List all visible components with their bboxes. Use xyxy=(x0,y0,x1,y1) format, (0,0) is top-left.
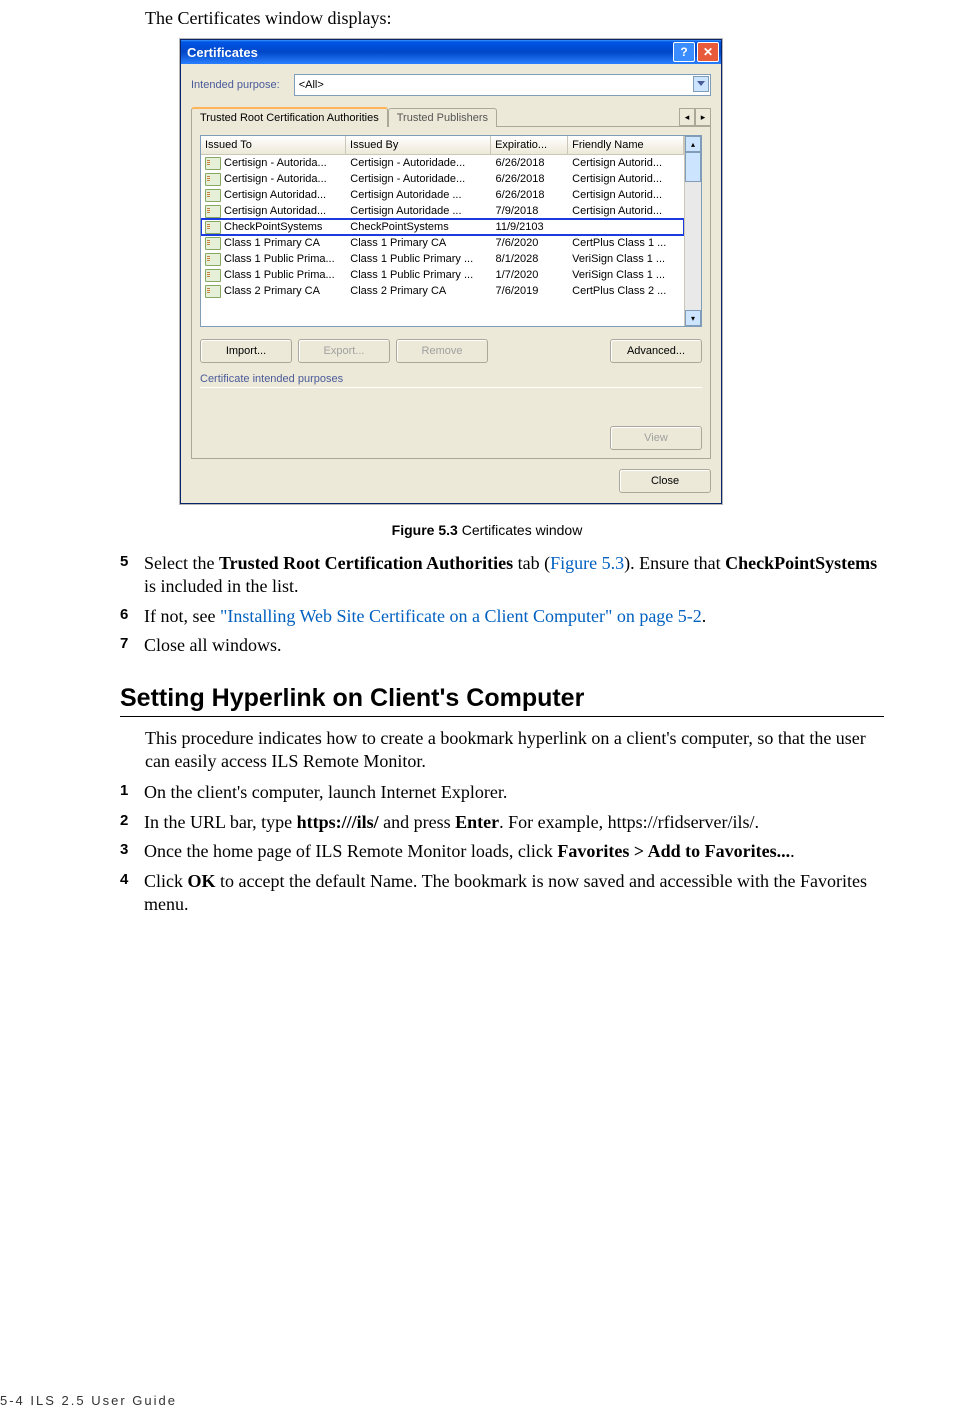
certificate-row[interactable]: Class 2 Primary CAClass 2 Primary CA7/6/… xyxy=(201,283,684,299)
intro-text: The Certificates window displays: xyxy=(145,8,884,29)
section-intro: This procedure indicates how to create a… xyxy=(145,727,884,774)
titlebar[interactable]: Certificates ? ✕ xyxy=(181,40,721,64)
cross-ref-link[interactable]: Figure 5.3 xyxy=(550,553,624,573)
certificate-icon xyxy=(205,189,221,202)
intended-purpose-dropdown[interactable]: <All> xyxy=(294,74,711,96)
page-footer: 5-4 ILS 2.5 User Guide xyxy=(0,1393,177,1408)
scroll-thumb[interactable] xyxy=(685,152,701,182)
certificate-icon xyxy=(205,285,221,298)
advanced-button[interactable]: Advanced... xyxy=(610,339,702,363)
scroll-up-button[interactable]: ▴ xyxy=(685,136,701,152)
certificate-icon xyxy=(205,157,221,170)
close-button[interactable]: Close xyxy=(619,469,711,493)
col-issued-by[interactable]: Issued By xyxy=(346,136,491,154)
intended-purpose-value: <All> xyxy=(299,79,324,91)
figure-title: Certificates window xyxy=(458,522,583,538)
step-6: 6If not, see "Installing Web Site Certif… xyxy=(120,605,884,628)
cross-ref-link[interactable]: "Installing Web Site Certificate on a Cl… xyxy=(220,606,702,626)
certificate-row[interactable]: Certisign - Autorida...Certisign - Autor… xyxy=(201,171,684,187)
step-1: 1On the client's computer, launch Intern… xyxy=(120,781,884,804)
tab-scroll-left-button[interactable]: ◂ xyxy=(679,108,695,126)
col-expiration[interactable]: Expiratio... xyxy=(491,136,568,154)
intended-purpose-label: Intended purpose: xyxy=(191,79,280,91)
certificate-row[interactable]: Class 1 Public Prima...Class 1 Public Pr… xyxy=(201,251,684,267)
certificate-icon xyxy=(205,173,221,186)
section-heading: Setting Hyperlink on Client's Computer xyxy=(120,684,884,717)
certificate-row[interactable]: CheckPointSystemsCheckPointSystems11/9/2… xyxy=(201,219,684,235)
tab-scroll-right-button[interactable]: ▸ xyxy=(695,108,711,126)
certificates-list[interactable]: Issued To Issued By Expiratio... Friendl… xyxy=(200,135,702,327)
help-button[interactable]: ? xyxy=(673,42,695,62)
remove-button: Remove xyxy=(396,339,488,363)
tab-trusted-publishers[interactable]: Trusted Publishers xyxy=(388,108,497,127)
step-3: 3Once the home page of ILS Remote Monito… xyxy=(120,840,884,863)
close-window-button[interactable]: ✕ xyxy=(697,42,719,62)
certificates-screenshot: Certificates ? ✕ Intended purpose: <All>… xyxy=(180,39,884,504)
tab-strip: Trusted Root Certification Authorities T… xyxy=(191,106,711,127)
step-4: 4Click OK to accept the default Name. Th… xyxy=(120,870,884,917)
certificates-window: Certificates ? ✕ Intended purpose: <All>… xyxy=(180,39,722,504)
scroll-down-button[interactable]: ▾ xyxy=(685,310,701,326)
step-5: 5Select the Trusted Root Certification A… xyxy=(120,552,884,599)
col-friendly-name[interactable]: Friendly Name xyxy=(568,136,684,154)
view-button: View xyxy=(610,426,702,450)
export-button: Export... xyxy=(298,339,390,363)
col-issued-to[interactable]: Issued To xyxy=(201,136,346,154)
certificate-icon xyxy=(205,205,221,218)
list-scrollbar[interactable]: ▴ ▾ xyxy=(684,136,701,326)
certificate-icon xyxy=(205,253,221,266)
figure-number: Figure 5.3 xyxy=(392,522,458,538)
step-7: 7Close all windows. xyxy=(120,634,884,657)
certificate-icon xyxy=(205,237,221,250)
list-header-row[interactable]: Issued To Issued By Expiratio... Friendl… xyxy=(201,136,684,155)
certificate-row[interactable]: Class 1 Public Prima...Class 1 Public Pr… xyxy=(201,267,684,283)
certificate-row[interactable]: Certisign Autoridad...Certisign Autorida… xyxy=(201,187,684,203)
certificate-icon xyxy=(205,221,221,234)
import-button[interactable]: Import... xyxy=(200,339,292,363)
tab-trusted-root[interactable]: Trusted Root Certification Authorities xyxy=(191,107,388,127)
chevron-down-icon xyxy=(697,81,705,86)
certificate-row[interactable]: Certisign Autoridad...Certisign Autorida… xyxy=(201,203,684,219)
certificate-row[interactable]: Class 1 Primary CAClass 1 Primary CA7/6/… xyxy=(201,235,684,251)
figure-caption: Figure 5.3 Certificates window xyxy=(90,522,884,538)
window-title: Certificates xyxy=(187,45,671,60)
cert-purposes-label: Certificate intended purposes xyxy=(200,373,702,388)
step-2: 2In the URL bar, type https:///ils/ and … xyxy=(120,811,884,834)
certificate-row[interactable]: Certisign - Autorida...Certisign - Autor… xyxy=(201,155,684,171)
certificate-icon xyxy=(205,269,221,282)
